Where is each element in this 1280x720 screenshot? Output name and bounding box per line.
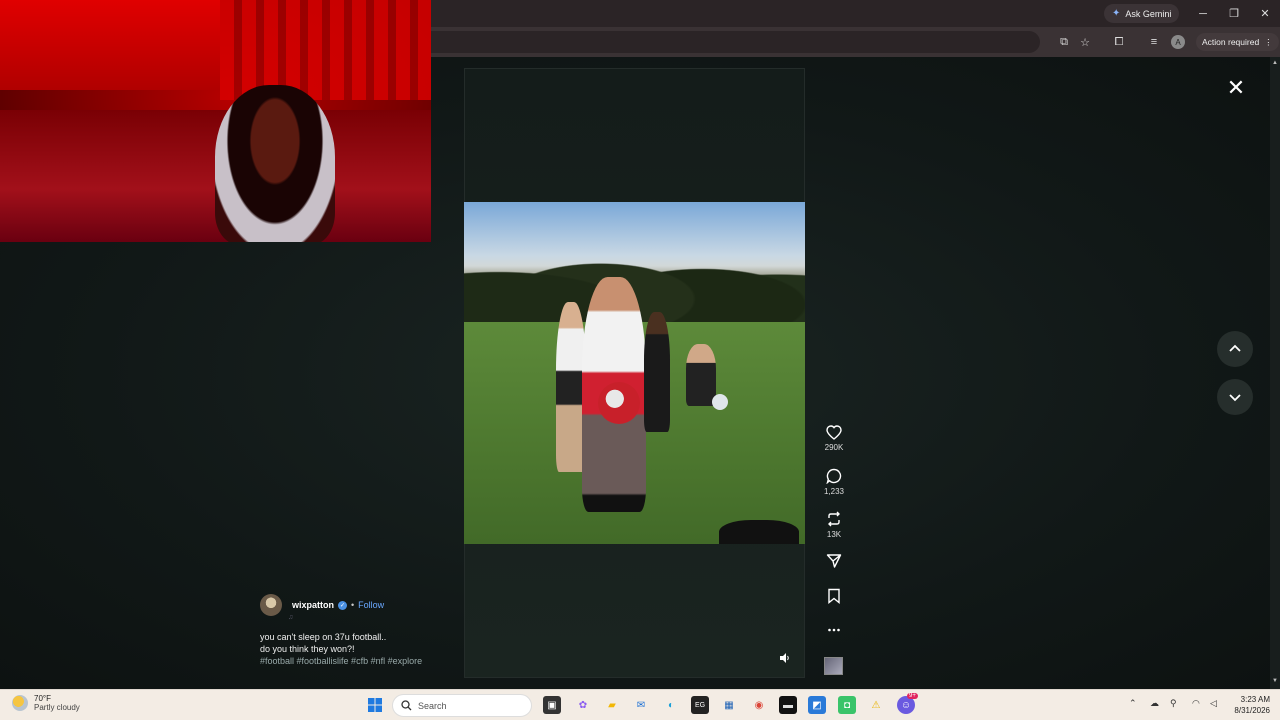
kebab-menu-icon: ⋮ — [1264, 36, 1273, 47]
extensions-icon[interactable]: ⧠ — [1111, 34, 1127, 50]
video-bag — [719, 520, 799, 544]
restore-button[interactable]: ❐ — [1219, 4, 1249, 23]
action-required-button[interactable]: Action required ⋮ — [1196, 33, 1279, 51]
follow-button[interactable]: Follow — [358, 600, 384, 610]
outlook-icon[interactable]: ✉ — [632, 696, 650, 714]
repost-action[interactable]: 13K — [818, 511, 850, 539]
weather-widget[interactable]: 70°F Partly cloudy — [12, 694, 80, 712]
network-status-icon[interactable]: ⚲ — [1170, 698, 1177, 709]
copilot-icon[interactable]: ✿ — [574, 696, 592, 714]
close-icon[interactable]: ✕ — [1224, 75, 1248, 100]
warning-app-icon[interactable]: ⚠ — [867, 696, 885, 714]
share-icon — [826, 554, 842, 568]
partly-cloudy-icon — [12, 695, 28, 711]
caption-hashtags[interactable]: #football #footballislife #cfb #nfl #exp… — [260, 655, 460, 667]
share-action[interactable] — [818, 553, 850, 569]
onedrive-icon[interactable]: ☁ — [1150, 698, 1159, 709]
tab-search-icon[interactable]: ≡ — [1146, 34, 1162, 50]
more-options-action[interactable] — [818, 622, 850, 638]
cast-icon[interactable]: ⧉ — [1056, 34, 1072, 50]
previous-post-button[interactable] — [1217, 331, 1253, 367]
like-count: 290K — [824, 443, 844, 452]
bookmark-star-icon[interactable]: ☆ — [1077, 34, 1093, 50]
store-icon[interactable]: ▦ — [720, 696, 738, 714]
next-post-button[interactable] — [1217, 379, 1253, 415]
gemini-icon: ✦ — [1112, 8, 1121, 19]
screen: ✦ Ask Gemini ─ ❐ ✕ ⧉ ☆ ⧠ ≡ A Action requ… — [0, 0, 1280, 720]
audio-subline-icon: ♫ — [288, 614, 294, 621]
chevron-down-icon — [1229, 394, 1241, 402]
post-caption: wixpatton ✓ • Follow ♫ you can't sleep o… — [260, 594, 460, 667]
video-person-kneeling — [686, 344, 716, 406]
epic-games-icon[interactable]: EG — [691, 696, 709, 714]
notification-badge: 9+ — [907, 693, 918, 699]
task-view-icon[interactable]: ▣ — [543, 696, 561, 714]
terminal-icon[interactable]: ▬ — [779, 696, 797, 714]
caption-line-2: do you think they won?! — [260, 644, 355, 654]
page-scrollbar[interactable] — [1270, 57, 1280, 689]
close-window-button[interactable]: ✕ — [1250, 4, 1280, 23]
clock-date: 8/31/2026 — [1234, 706, 1270, 715]
repost-icon — [828, 511, 840, 527]
separator-dot: • — [351, 600, 355, 610]
author-avatar[interactable] — [260, 594, 282, 616]
webcam-wall — [0, 0, 220, 90]
heart-icon — [826, 425, 842, 440]
comment-action[interactable]: 1,233 — [818, 468, 850, 496]
webcam-person — [215, 85, 335, 242]
weather-condition: Partly cloudy — [34, 703, 80, 712]
more-icon — [828, 628, 840, 632]
profile-avatar[interactable]: A — [1171, 35, 1185, 49]
comment-icon — [826, 468, 842, 484]
like-action[interactable]: 290K — [818, 425, 850, 452]
minimize-button[interactable]: ─ — [1188, 4, 1218, 23]
video-player[interactable] — [464, 202, 805, 544]
repost-count: 13K — [826, 530, 842, 539]
weather-temperature: 70°F — [34, 694, 51, 703]
windows-taskbar: 70°F Partly cloudy Search ▣ ✿ ▰ ✉ ◐ EG ▦… — [0, 689, 1280, 720]
webcam-curtain — [220, 0, 431, 100]
action-required-label: Action required — [1202, 37, 1260, 47]
chevron-up-icon — [1229, 344, 1241, 352]
address-bar[interactable] — [420, 31, 1040, 53]
verified-badge-icon: ✓ — [338, 600, 347, 610]
show-hidden-icons-icon[interactable]: ⌃ — [1129, 698, 1137, 709]
file-explorer-icon[interactable]: ▰ — [603, 696, 621, 714]
edge-icon[interactable]: ◐ — [662, 696, 680, 714]
taskbar-search[interactable]: Search — [392, 694, 532, 717]
clock-time: 3:23 AM — [1240, 695, 1270, 704]
search-icon — [401, 700, 412, 711]
android-app-icon[interactable]: ◘ — [838, 696, 856, 714]
search-placeholder: Search — [418, 700, 447, 711]
comment-count: 1,233 — [823, 487, 845, 496]
audio-thumbnail[interactable] — [824, 657, 843, 675]
photos-icon[interactable]: ◩ — [808, 696, 826, 714]
ask-gemini-button[interactable]: ✦ Ask Gemini — [1104, 4, 1180, 23]
windows-start-icon[interactable] — [366, 696, 384, 714]
volume-icon[interactable] — [779, 652, 791, 664]
caption-line-1: you can't sleep on 37u football.. — [260, 632, 387, 642]
wifi-icon[interactable]: ◠ — [1192, 698, 1200, 709]
webcam-overlay — [0, 0, 431, 242]
scroll-down-arrow-icon[interactable]: ▼ — [1272, 678, 1278, 684]
ask-gemini-label: Ask Gemini — [1125, 8, 1172, 19]
video-person — [644, 312, 670, 432]
bookmark-icon — [828, 588, 840, 604]
chrome-icon[interactable]: ◉ — [750, 696, 768, 714]
author-username[interactable]: wixpatton — [292, 600, 334, 610]
scroll-up-arrow-icon[interactable]: ▲ — [1272, 60, 1278, 66]
video-ball — [712, 394, 728, 410]
speaker-icon[interactable]: ◁ — [1210, 698, 1217, 709]
system-clock[interactable]: 3:23 AM 8/31/2026 — [1226, 694, 1270, 716]
save-action[interactable] — [818, 588, 850, 604]
video-helmet — [598, 382, 640, 424]
